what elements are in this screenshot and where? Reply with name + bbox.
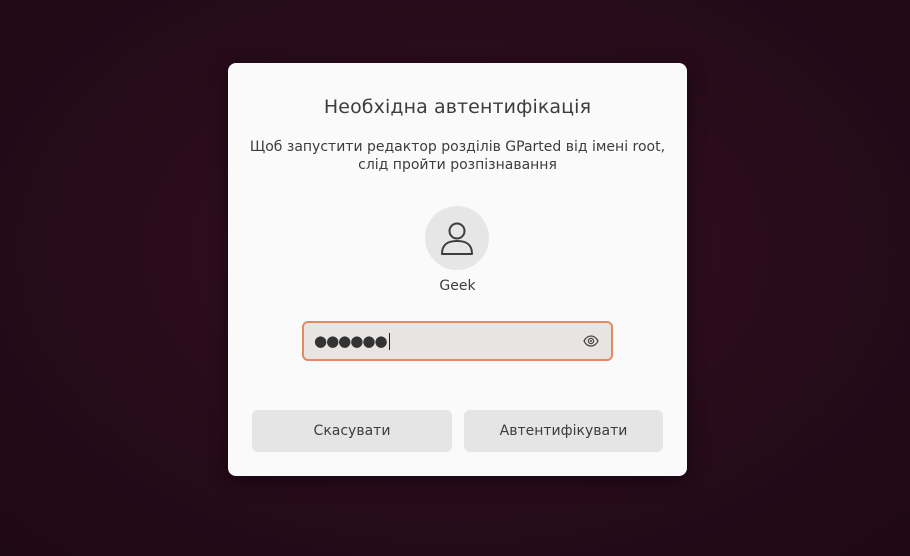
- authenticate-button[interactable]: Автентифікувати: [464, 410, 663, 452]
- message-line-2: слід пройти розпізнавання: [358, 157, 557, 173]
- password-mask: ●●●●●●: [314, 323, 390, 359]
- text-caret: [388, 333, 390, 350]
- username: Geek: [439, 278, 476, 294]
- auth-dialog: Необхідна автентифікація Щоб запустити р…: [228, 63, 687, 476]
- password-field[interactable]: ●●●●●●: [302, 321, 613, 361]
- password-mask-text: ●●●●●●: [314, 332, 388, 350]
- avatar: [425, 206, 489, 270]
- message-line-1: Щоб запустити редактор розділів GParted …: [249, 139, 666, 155]
- eye-icon[interactable]: [583, 333, 599, 349]
- dialog-message: Щоб запустити редактор розділів GParted …: [248, 138, 667, 174]
- cancel-button[interactable]: Скасувати: [252, 410, 452, 452]
- dialog-title: Необхідна автентифікація: [323, 96, 592, 118]
- user-icon: [441, 222, 473, 255]
